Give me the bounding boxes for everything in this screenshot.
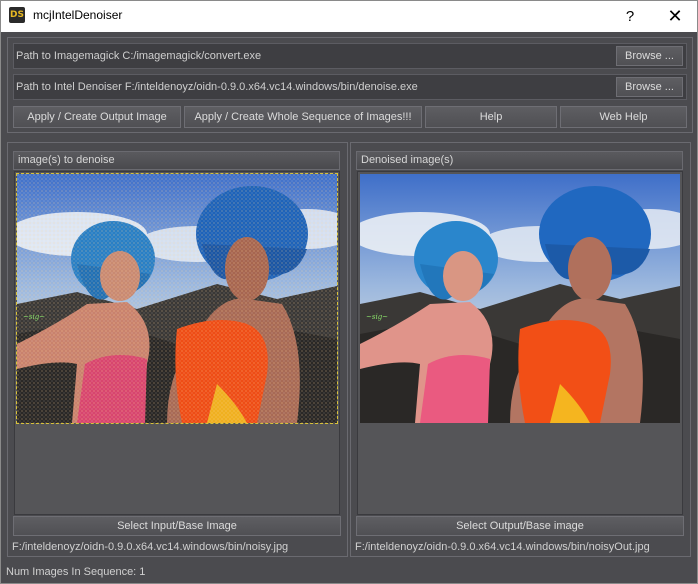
noisy-render-image: ~sig~ xyxy=(17,174,337,423)
web-help-button[interactable]: Web Help xyxy=(560,106,687,128)
output-image-viewport[interactable]: ~sig~ xyxy=(357,171,683,515)
output-image-panel: Denoised image(s) ~sig~ Select Output/Ba… xyxy=(350,142,691,557)
select-output-label: Select Output/Base image xyxy=(456,520,584,532)
denoiser-path-row: Path to Intel Denoiser F:/inteldenoyz/oi… xyxy=(13,74,687,100)
apply-sequence-button[interactable]: Apply / Create Whole Sequence of Images!… xyxy=(184,106,422,128)
input-image-preview: ~sig~ xyxy=(16,173,338,424)
imagemagick-path-row: Path to Imagemagick C:/imagemagick/conve… xyxy=(13,43,687,69)
output-panel-header: Denoised image(s) xyxy=(356,151,683,170)
app-window: DS mcjIntelDenoiser ? ✕ Path to Imagemag… xyxy=(0,0,698,584)
input-image-viewport[interactable]: ~sig~ xyxy=(14,171,340,515)
signature-watermark: ~sig~ xyxy=(366,313,388,321)
app-icon: DS xyxy=(9,7,25,23)
sequence-count-status: Num Images In Sequence: 1 xyxy=(6,566,146,578)
denoised-render-image: ~sig~ xyxy=(360,174,680,423)
output-image-preview: ~sig~ xyxy=(360,174,680,423)
title-bar: DS mcjIntelDenoiser ? ✕ xyxy=(1,1,697,32)
browse-imagemagick-button[interactable]: Browse ... xyxy=(616,46,683,66)
input-panel-header: image(s) to denoise xyxy=(13,151,340,170)
settings-panel: Path to Imagemagick C:/imagemagick/conve… xyxy=(7,37,693,133)
denoiser-path-label: Path to Intel Denoiser F:/inteldenoyz/oi… xyxy=(16,81,418,93)
select-input-button[interactable]: Select Input/Base Image xyxy=(13,516,341,536)
action-toolbar: Apply / Create Output Image Apply / Crea… xyxy=(13,106,687,128)
help-button[interactable]: Help xyxy=(425,106,557,128)
apply-sequence-label: Apply / Create Whole Sequence of Images!… xyxy=(194,111,412,123)
apply-output-label: Apply / Create Output Image xyxy=(27,111,167,123)
input-path-text: F:/inteldenoyz/oidn-0.9.0.x64.vc14.windo… xyxy=(12,541,289,553)
signature-watermark: ~sig~ xyxy=(23,313,45,321)
close-icon[interactable]: ✕ xyxy=(653,1,697,32)
input-image-panel: image(s) to denoise ~sig~ Select Input/B… xyxy=(7,142,348,557)
help-label: Help xyxy=(479,111,503,123)
web-help-label: Web Help xyxy=(599,111,648,123)
select-input-label: Select Input/Base Image xyxy=(117,520,237,532)
output-path-text: F:/inteldenoyz/oidn-0.9.0.x64.vc14.windo… xyxy=(355,541,650,553)
apply-output-button[interactable]: Apply / Create Output Image xyxy=(13,106,181,128)
browse-button-label: Browse ... xyxy=(625,81,674,93)
imagemagick-path-label: Path to Imagemagick C:/imagemagick/conve… xyxy=(16,50,262,62)
help-icon[interactable]: ? xyxy=(607,1,653,32)
browse-denoiser-button[interactable]: Browse ... xyxy=(616,77,683,97)
select-output-button[interactable]: Select Output/Base image xyxy=(356,516,684,536)
window-title: mcjIntelDenoiser xyxy=(33,8,123,22)
browse-button-label: Browse ... xyxy=(625,50,674,62)
